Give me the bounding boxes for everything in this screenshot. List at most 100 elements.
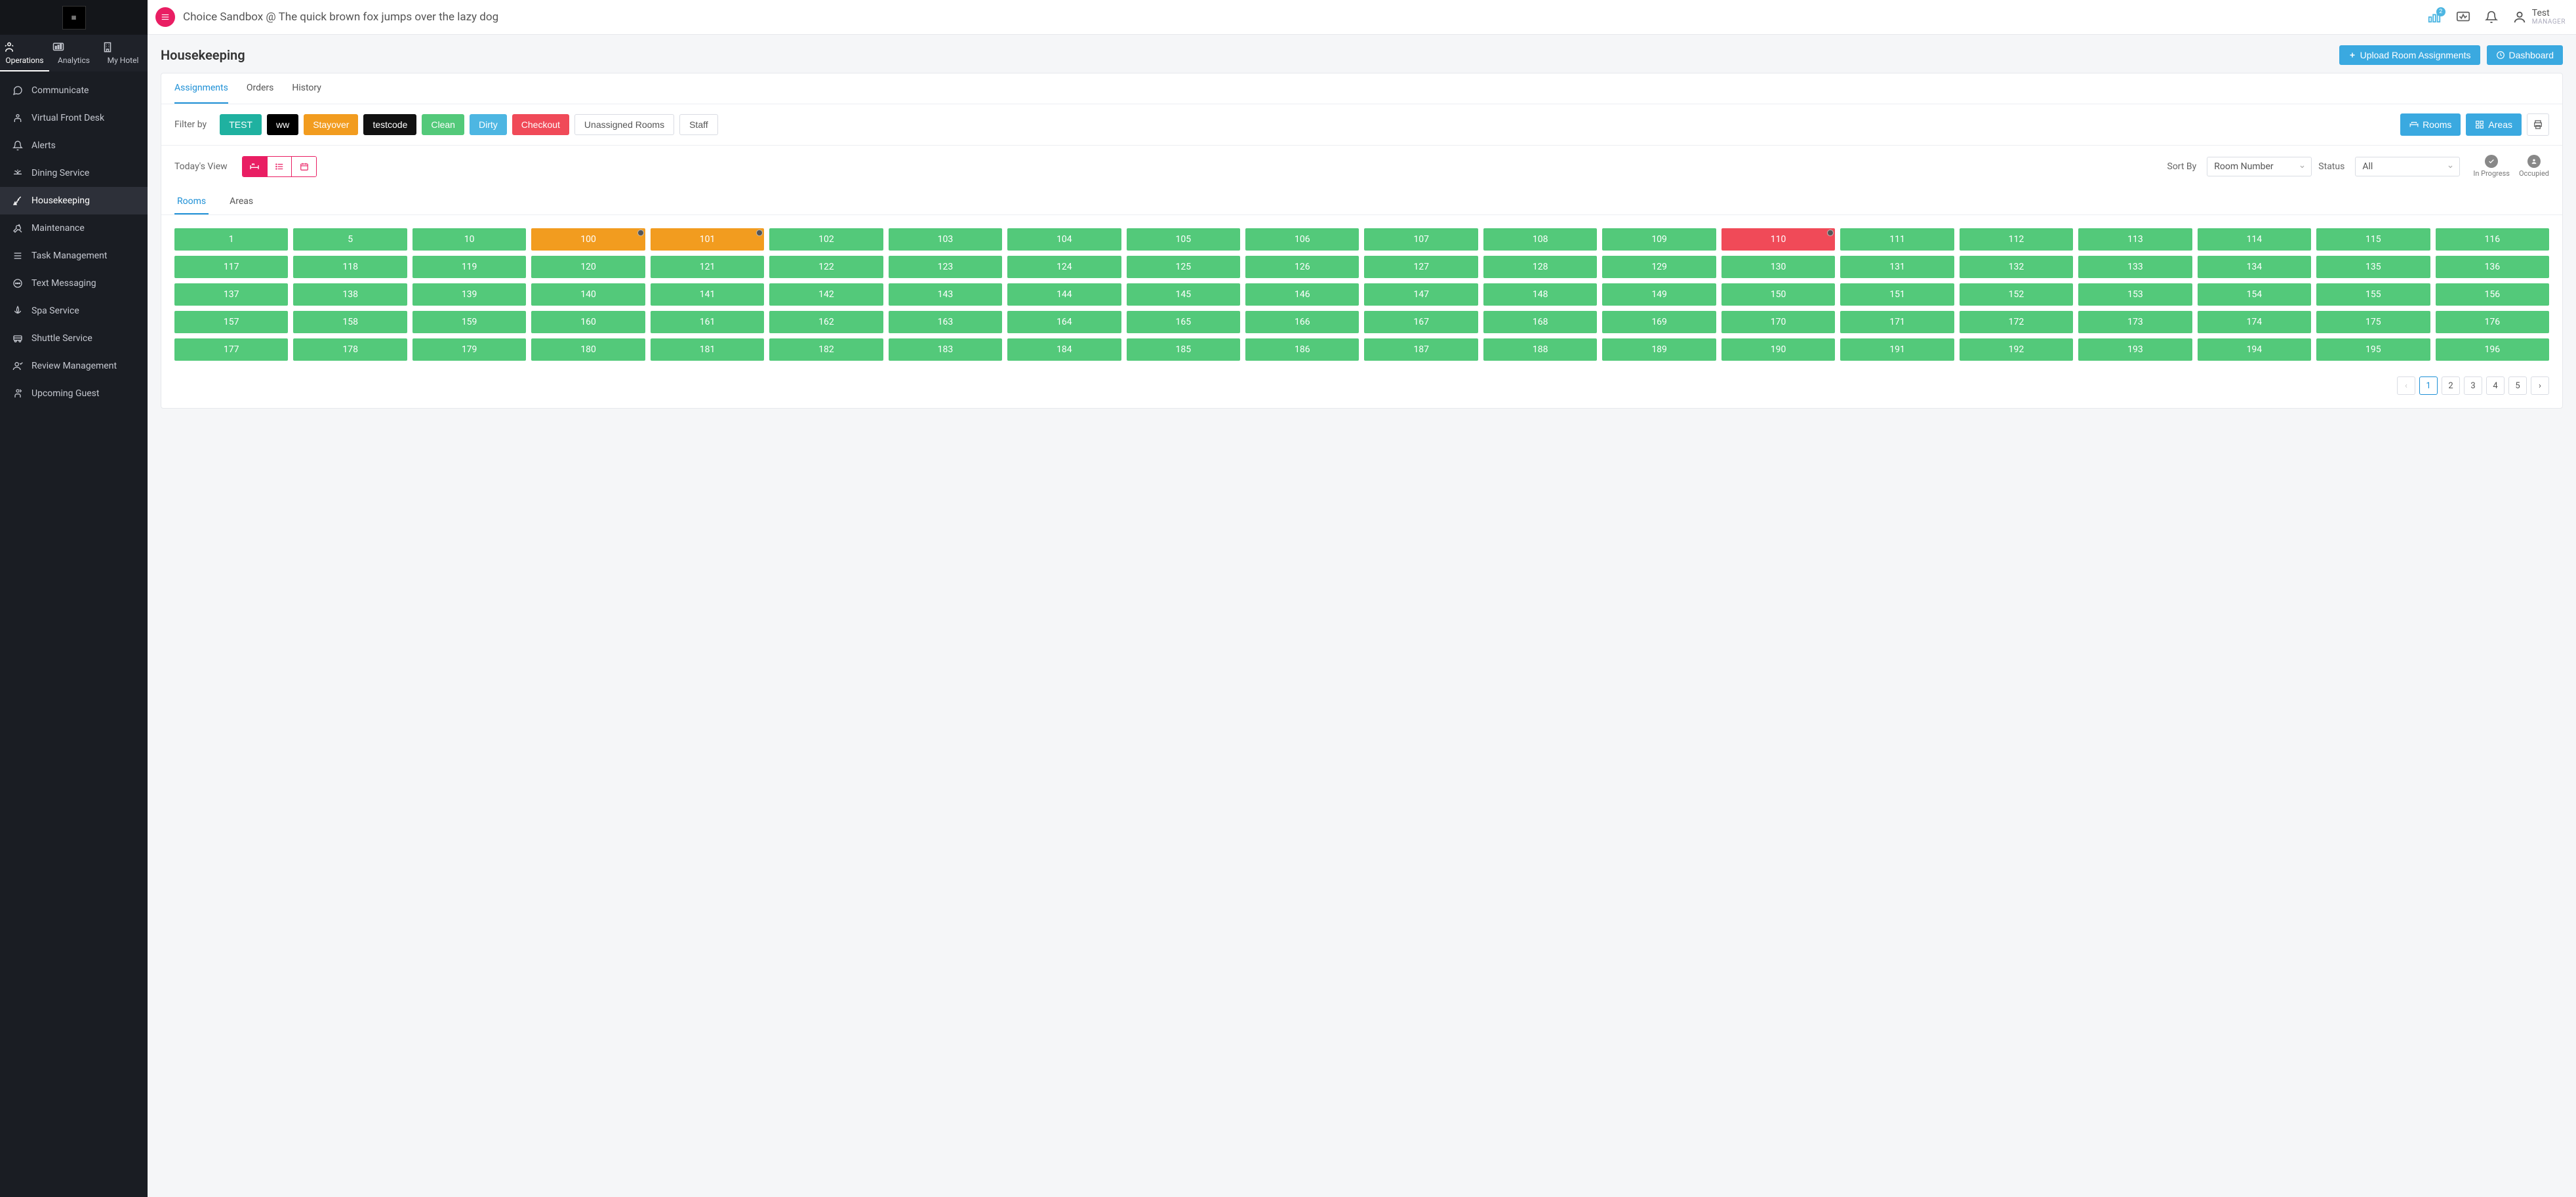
room-174[interactable]: 174 bbox=[2198, 311, 2311, 333]
room-171[interactable]: 171 bbox=[1840, 311, 1954, 333]
top-nav-operations[interactable]: Operations bbox=[0, 35, 49, 71]
room-162[interactable]: 162 bbox=[769, 311, 883, 333]
room-187[interactable]: 187 bbox=[1364, 338, 1478, 361]
room-106[interactable]: 106 bbox=[1245, 228, 1359, 251]
room-177[interactable]: 177 bbox=[174, 338, 288, 361]
room-196[interactable]: 196 bbox=[2436, 338, 2549, 361]
room-146[interactable]: 146 bbox=[1245, 283, 1359, 306]
tab-orders[interactable]: Orders bbox=[247, 73, 274, 104]
room-123[interactable]: 123 bbox=[889, 256, 1002, 278]
room-126[interactable]: 126 bbox=[1245, 256, 1359, 278]
room-105[interactable]: 105 bbox=[1127, 228, 1240, 251]
rooms-filter-button[interactable]: Rooms bbox=[2400, 113, 2461, 136]
room-179[interactable]: 179 bbox=[413, 338, 526, 361]
menu-toggle-button[interactable] bbox=[155, 7, 175, 27]
room-107[interactable]: 107 bbox=[1364, 228, 1478, 251]
room-145[interactable]: 145 bbox=[1127, 283, 1240, 306]
room-115[interactable]: 115 bbox=[2316, 228, 2430, 251]
room-182[interactable]: 182 bbox=[769, 338, 883, 361]
room-144[interactable]: 144 bbox=[1007, 283, 1121, 306]
room-188[interactable]: 188 bbox=[1483, 338, 1597, 361]
room-148[interactable]: 148 bbox=[1483, 283, 1597, 306]
room-100[interactable]: 100 bbox=[531, 228, 645, 251]
room-178[interactable]: 178 bbox=[293, 338, 407, 361]
room-153[interactable]: 153 bbox=[2078, 283, 2192, 306]
room-112[interactable]: 112 bbox=[1960, 228, 2073, 251]
room-118[interactable]: 118 bbox=[293, 256, 407, 278]
filter-chip-staff[interactable]: Staff bbox=[679, 114, 718, 135]
room-117[interactable]: 117 bbox=[174, 256, 288, 278]
upload-room-assignments-button[interactable]: Upload Room Assignments bbox=[2339, 45, 2480, 65]
sort-by-select[interactable]: Room Number bbox=[2207, 157, 2312, 176]
filter-chip-ww[interactable]: ww bbox=[267, 114, 298, 135]
sidebar-item-virtual-front-desk[interactable]: Virtual Front Desk bbox=[0, 104, 148, 132]
monitor-icon[interactable] bbox=[2456, 10, 2470, 24]
room-10[interactable]: 10 bbox=[413, 228, 526, 251]
filter-chip-test[interactable]: TEST bbox=[220, 114, 262, 135]
sidebar-item-task-management[interactable]: Task Management bbox=[0, 242, 148, 270]
tab-history[interactable]: History bbox=[292, 73, 321, 104]
sidebar-item-dining-service[interactable]: Dining Service bbox=[0, 159, 148, 187]
pagination-page-4[interactable]: 4 bbox=[2486, 376, 2505, 395]
view-list-button[interactable] bbox=[267, 157, 291, 176]
room-150[interactable]: 150 bbox=[1721, 283, 1835, 306]
top-nav-my-hotel[interactable]: My Hotel bbox=[98, 35, 148, 71]
room-186[interactable]: 186 bbox=[1245, 338, 1359, 361]
room-124[interactable]: 124 bbox=[1007, 256, 1121, 278]
room-183[interactable]: 183 bbox=[889, 338, 1002, 361]
areas-filter-button[interactable]: Areas bbox=[2466, 113, 2522, 136]
room-180[interactable]: 180 bbox=[531, 338, 645, 361]
room-169[interactable]: 169 bbox=[1602, 311, 1716, 333]
status-select[interactable]: All bbox=[2355, 157, 2460, 176]
room-129[interactable]: 129 bbox=[1602, 256, 1716, 278]
room-116[interactable]: 116 bbox=[2436, 228, 2549, 251]
room-168[interactable]: 168 bbox=[1483, 311, 1597, 333]
room-119[interactable]: 119 bbox=[413, 256, 526, 278]
room-141[interactable]: 141 bbox=[651, 283, 764, 306]
room-5[interactable]: 5 bbox=[293, 228, 407, 251]
room-1[interactable]: 1 bbox=[174, 228, 288, 251]
pagination-page-5[interactable]: 5 bbox=[2508, 376, 2527, 395]
subtab-areas[interactable]: Areas bbox=[227, 190, 256, 214]
room-175[interactable]: 175 bbox=[2316, 311, 2430, 333]
room-194[interactable]: 194 bbox=[2198, 338, 2311, 361]
room-170[interactable]: 170 bbox=[1721, 311, 1835, 333]
sidebar-item-housekeeping[interactable]: Housekeeping bbox=[0, 187, 148, 214]
room-190[interactable]: 190 bbox=[1721, 338, 1835, 361]
room-139[interactable]: 139 bbox=[413, 283, 526, 306]
room-157[interactable]: 157 bbox=[174, 311, 288, 333]
room-120[interactable]: 120 bbox=[531, 256, 645, 278]
sidebar-item-spa-service[interactable]: Spa Service bbox=[0, 297, 148, 325]
room-167[interactable]: 167 bbox=[1364, 311, 1478, 333]
pagination-prev[interactable]: ‹ bbox=[2397, 376, 2415, 395]
room-173[interactable]: 173 bbox=[2078, 311, 2192, 333]
room-151[interactable]: 151 bbox=[1840, 283, 1954, 306]
room-133[interactable]: 133 bbox=[2078, 256, 2192, 278]
room-147[interactable]: 147 bbox=[1364, 283, 1478, 306]
user-menu[interactable]: Test MANAGER bbox=[2512, 9, 2566, 26]
room-103[interactable]: 103 bbox=[889, 228, 1002, 251]
room-160[interactable]: 160 bbox=[531, 311, 645, 333]
room-191[interactable]: 191 bbox=[1840, 338, 1954, 361]
room-152[interactable]: 152 bbox=[1960, 283, 2073, 306]
room-128[interactable]: 128 bbox=[1483, 256, 1597, 278]
room-154[interactable]: 154 bbox=[2198, 283, 2311, 306]
pagination-page-2[interactable]: 2 bbox=[2442, 376, 2460, 395]
sidebar-item-communicate[interactable]: Communicate bbox=[0, 77, 148, 104]
pagination-page-1[interactable]: 1 bbox=[2419, 376, 2438, 395]
room-109[interactable]: 109 bbox=[1602, 228, 1716, 251]
subtab-rooms[interactable]: Rooms bbox=[174, 190, 209, 214]
room-130[interactable]: 130 bbox=[1721, 256, 1835, 278]
room-192[interactable]: 192 bbox=[1960, 338, 2073, 361]
room-131[interactable]: 131 bbox=[1840, 256, 1954, 278]
room-193[interactable]: 193 bbox=[2078, 338, 2192, 361]
filter-chip-clean[interactable]: Clean bbox=[422, 114, 464, 135]
room-161[interactable]: 161 bbox=[651, 311, 764, 333]
room-110[interactable]: 110 bbox=[1721, 228, 1835, 251]
room-108[interactable]: 108 bbox=[1483, 228, 1597, 251]
room-132[interactable]: 132 bbox=[1960, 256, 2073, 278]
room-166[interactable]: 166 bbox=[1245, 311, 1359, 333]
room-172[interactable]: 172 bbox=[1960, 311, 2073, 333]
room-114[interactable]: 114 bbox=[2198, 228, 2311, 251]
view-calendar-button[interactable] bbox=[291, 157, 315, 176]
